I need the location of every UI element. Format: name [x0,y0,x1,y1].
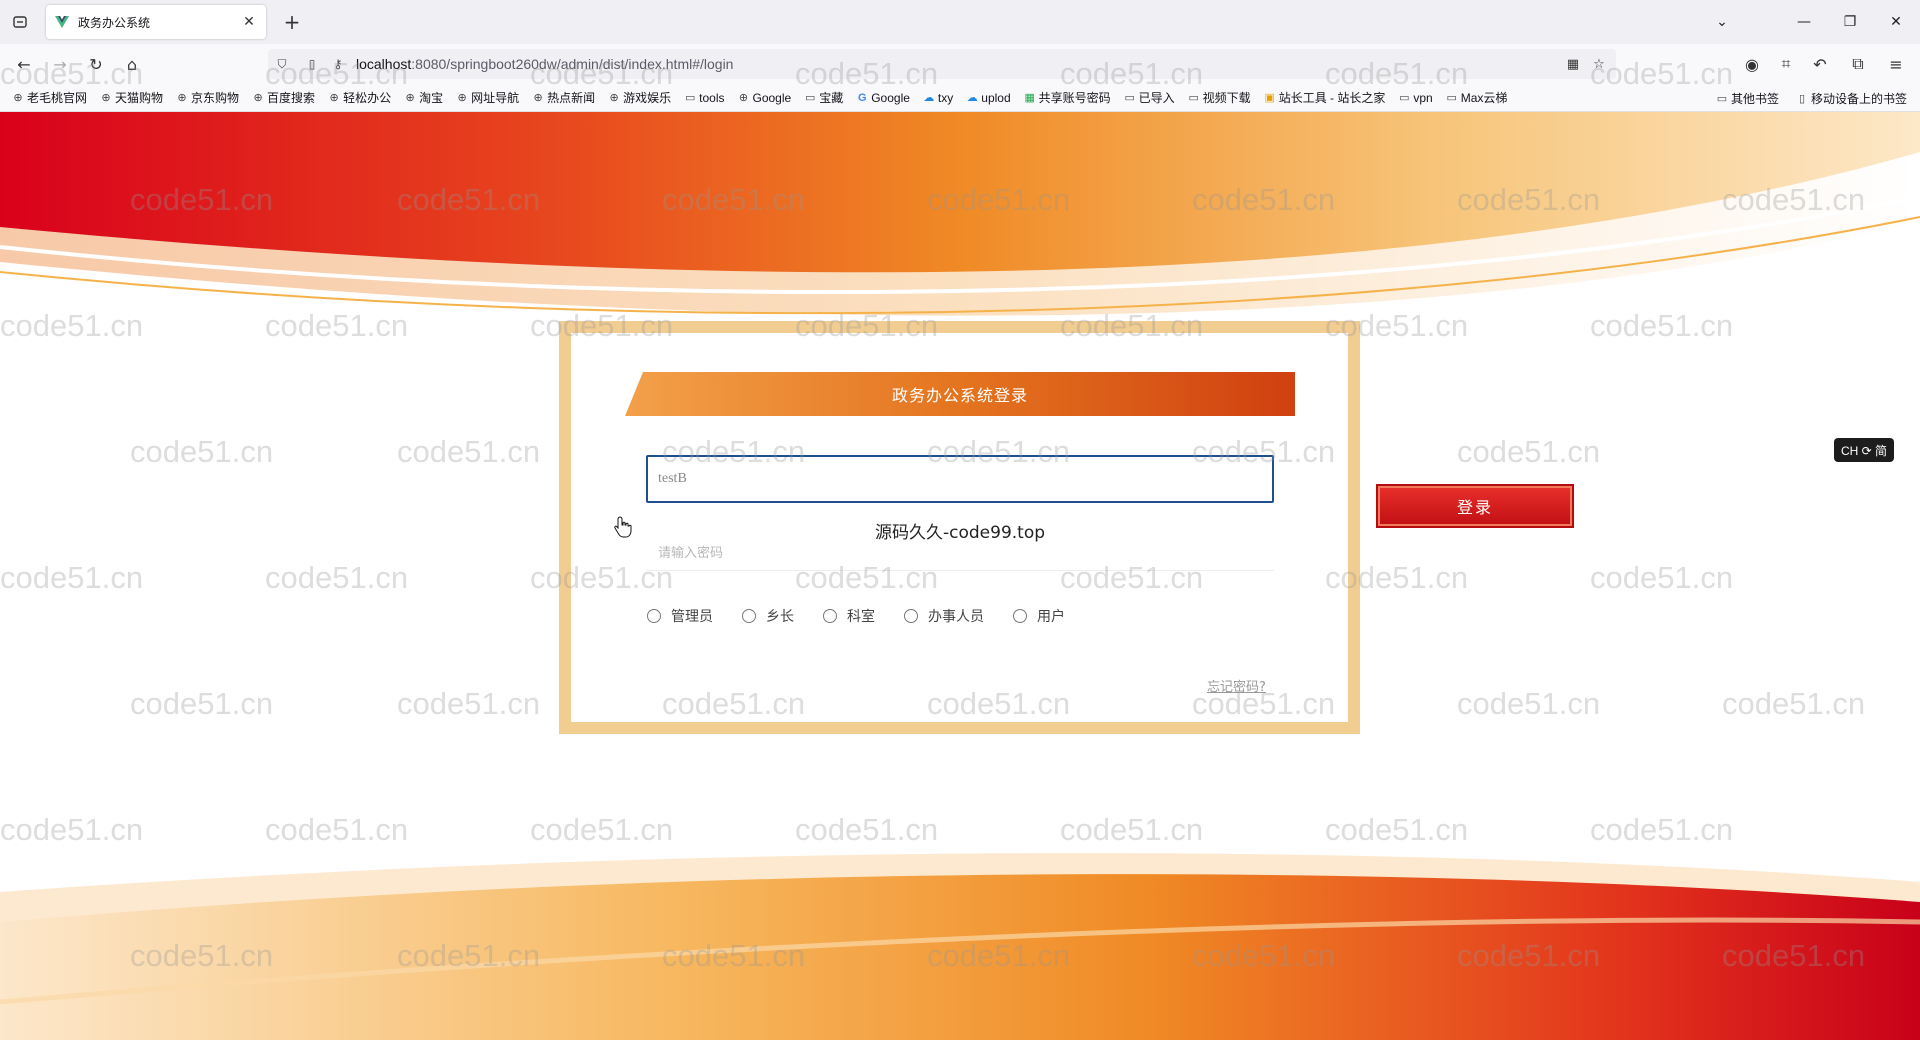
mobile-bookmarks[interactable]: ▯ 移动设备上的书签 [1796,90,1907,107]
tab-strip: 政务办公系统 ✕ + ⌄ — ❐ ✕ [0,0,1920,44]
folder-icon: ▭ [805,92,816,104]
folder-icon: ▭ [1716,93,1728,105]
folder-icon: ▭ [1399,92,1410,104]
bookmark-item[interactable]: ▣ 站长工具 - 站长之家 [1264,89,1385,106]
page-info-icon[interactable]: ▯ [304,56,320,72]
bookmark-item[interactable]: ⊕ 轻松办公 [328,89,391,106]
tab-overflow-chevron-icon[interactable]: ⌄ [1708,8,1736,36]
login-button[interactable]: 登录 [1376,484,1574,528]
password-input[interactable] [646,535,1274,571]
globe-icon: ⊕ [177,92,187,104]
bookmark-item[interactable]: ⊕ 游戏娱乐 [608,89,672,106]
mobile-icon: ▯ [1798,93,1806,105]
reload-icon[interactable]: ↻ [84,52,108,76]
key-icon[interactable]: ⚷ [330,56,346,72]
bookmark-item[interactable]: ⊕ 京东购物 [176,89,239,106]
shield-icon[interactable]: ⛉ [274,56,290,72]
restore-icon[interactable]: ❐ [1836,8,1864,36]
bookmark-item[interactable]: ☁ txy [923,91,953,105]
home-icon[interactable]: ⌂ [120,52,144,76]
login-title: 政务办公系统登录 [891,386,1028,405]
google-icon: G [857,91,867,104]
role-option-clerk[interactable]: 办事人员 [904,606,984,626]
forgot-password-link[interactable]: 忘记密码? [1207,676,1266,695]
bookmark-item[interactable]: ⊕ 天猫购物 [100,89,163,106]
forward-icon[interactable]: → [48,52,72,76]
bookmark-item[interactable]: ⊕ 百度搜索 [252,89,315,106]
bookmark-folder[interactable]: ▭ tools [684,91,725,105]
url-text[interactable]: localhost:8080/springboot260dw/admin/dis… [356,56,733,72]
globe-icon: ⊕ [13,92,23,104]
globe-icon: ⊕ [329,92,339,104]
bookmark-item[interactable]: G Google [856,91,910,105]
bookmark-folder[interactable]: ▭ 已导入 [1124,89,1174,106]
other-bookmarks[interactable]: ▭ 其他书签 [1716,90,1779,107]
folder-icon: ▭ [684,92,696,104]
role-radio-group: 管理员 乡长 科室 办事人员 用户 [647,606,1094,626]
globe-icon: ⊕ [609,92,619,104]
bookmark-folder[interactable]: ▭ vpn [1398,91,1433,105]
globe-icon: ⊕ [405,92,415,104]
globe-icon: ⊕ [738,92,749,104]
top-wave-decoration [0,112,1920,316]
radio-icon[interactable] [904,609,918,623]
extensions-icon[interactable]: ⧉ [1846,52,1870,76]
chinaz-icon: ▣ [1264,92,1275,104]
login-page [0,112,1920,1040]
folder-icon: ▭ [1188,92,1199,104]
bottom-wave-decoration [0,853,1920,1040]
globe-icon: ⊕ [457,92,467,104]
back-icon[interactable]: ← [12,52,36,76]
bookmark-folder[interactable]: ▭ Max云梯 [1446,89,1508,106]
role-option-admin[interactable]: 管理员 [647,606,713,626]
tab-close-icon[interactable]: ✕ [240,13,258,31]
close-window-icon[interactable]: ✕ [1882,8,1910,36]
ime-indicator[interactable]: CH ⟳ 简 [1834,438,1894,462]
bookmarks-toolbar: ⊕ 老毛桃官网 ⊕ 天猫购物 ⊕ 京东购物 ⊕ 百度搜索 ⊕ 轻松办公 ⊕ 淘宝 ⊕ 网址导航… [0,84,1920,112]
username-input[interactable] [646,455,1274,503]
new-tab-icon[interactable]: + [280,10,304,34]
bookmark-folder[interactable]: ▭ 宝藏 [804,89,843,106]
cloud-icon: ☁ [923,92,935,104]
bookmark-item[interactable]: ▦ 共享账号密码 [1024,89,1110,106]
folder-icon: ▭ [1446,92,1457,104]
minimize-icon[interactable]: — [1790,8,1818,36]
hand-cursor-icon [614,516,632,538]
role-option-department[interactable]: 科室 [823,606,875,626]
globe-icon: ⊕ [533,92,543,104]
role-option-user[interactable]: 用户 [1013,606,1065,626]
menu-icon[interactable]: ≡ [1884,52,1908,76]
folder-icon: ▭ [1124,92,1135,104]
bookmark-item[interactable]: ⊕ 老毛桃官网 [12,89,87,106]
qr-code-icon[interactable]: ▦ [1564,55,1582,73]
browser-tab-active[interactable]: 政务办公系统 ✕ [46,5,266,39]
tab-list-icon[interactable] [8,10,32,34]
bookmark-item[interactable]: ⊕ 网址导航 [456,89,519,106]
cloud-icon: ☁ [966,92,978,104]
globe-icon: ⊕ [101,92,111,104]
radio-icon[interactable] [742,609,756,623]
account-icon[interactable]: ◉ [1740,52,1764,76]
radio-icon[interactable] [1013,609,1027,623]
undo-icon[interactable]: ↶ [1808,52,1832,76]
bookmark-item[interactable]: ⊕ 热点新闻 [532,89,596,106]
bookmark-folder[interactable]: ▭ 视频下载 [1188,89,1250,106]
screenshot-crop-icon[interactable]: ⌗ [1774,52,1798,76]
tab-title: 政务办公系统 [78,15,151,30]
radio-icon[interactable] [647,609,661,623]
sheet-icon: ▦ [1024,92,1035,104]
bookmark-item[interactable]: ☁ uplod [966,91,1011,105]
globe-icon: ⊕ [253,92,263,104]
navigation-bar: ← → ↻ ⌂ ⛉ ▯ ⚷ localhost:8080/springboot2… [0,44,1920,84]
address-bar[interactable]: ⛉ ▯ ⚷ localhost:8080/springboot260dw/adm… [268,49,1616,79]
vue-favicon-icon [55,16,69,28]
bookmark-item[interactable]: ⊕ Google [738,91,791,105]
role-option-township-head[interactable]: 乡长 [742,606,794,626]
bookmark-star-icon[interactable]: ☆ [1590,55,1608,73]
bookmark-item[interactable]: ⊕ 淘宝 [404,89,443,106]
radio-icon[interactable] [823,609,837,623]
